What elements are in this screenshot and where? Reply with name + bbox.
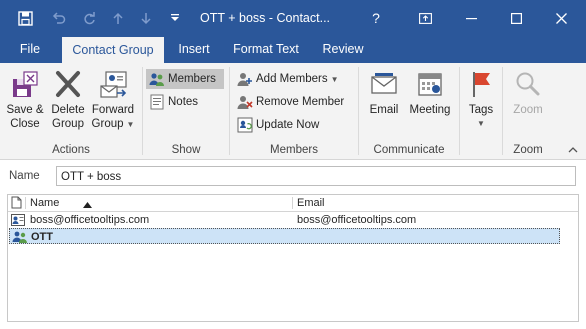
flag-icon	[463, 67, 499, 101]
ribbon-tab-bar: File Contact Group Insert Format Text Re…	[0, 36, 586, 63]
members-list[interactable]: Name Email boss@officetooltips.com boss@…	[7, 194, 579, 322]
list-item[interactable]: boss@officetooltips.com boss@officetoolt…	[8, 212, 578, 228]
column-header-name[interactable]: Name	[30, 195, 59, 211]
communicate-group: Email Meeting Communicate	[359, 63, 459, 159]
forward-group-label-1: Forward	[91, 104, 135, 116]
update-now-icon	[237, 117, 253, 133]
member-name: OTT	[31, 231, 53, 243]
column-divider	[25, 197, 26, 209]
forward-group-label-2: Group	[91, 118, 124, 130]
notes-icon	[149, 94, 165, 110]
customize-toolbar-icon[interactable]	[166, 0, 184, 36]
forward-group-icon	[89, 67, 137, 101]
members-view-label: Members	[168, 73, 216, 85]
minimize-button[interactable]	[460, 0, 482, 36]
column-header-email[interactable]: Email	[297, 195, 325, 211]
members-group: Add Members ▼ Remove Member Update Now M…	[230, 63, 358, 159]
list-item[interactable]: OTT	[9, 228, 560, 244]
ribbon: Save & Close Delete Group Forward Group …	[0, 63, 586, 160]
help-button[interactable]: ?	[366, 0, 386, 36]
members-view-button[interactable]: Members	[146, 69, 224, 89]
members-group-label: Members	[270, 144, 318, 156]
arrow-up-icon[interactable]	[108, 0, 128, 36]
update-now-label: Update Now	[256, 119, 320, 131]
save-close-label-2: Close	[10, 118, 40, 130]
calendar-icon	[405, 67, 455, 101]
chevron-down-icon: ▼	[126, 120, 135, 129]
tags-group: Tags ▼	[460, 63, 502, 159]
forward-group-button[interactable]: Forward Group ▼	[89, 67, 137, 132]
email-icon	[364, 67, 404, 101]
zoom-label: Zoom	[513, 104, 543, 116]
redo-icon[interactable]	[78, 0, 100, 36]
sort-ascending-icon	[83, 199, 92, 211]
chevron-down-icon: ▼	[477, 119, 485, 128]
close-button[interactable]	[550, 0, 572, 36]
magnifier-icon	[507, 67, 549, 101]
remove-member-button[interactable]: Remove Member	[234, 92, 344, 112]
arrow-down-icon[interactable]	[136, 0, 156, 36]
tab-insert[interactable]: Insert	[170, 36, 218, 63]
title-bar: OTT + boss - Contact... ?	[0, 0, 586, 36]
actions-group: Save & Close Delete Group Forward Group …	[0, 63, 142, 159]
tab-format-text[interactable]: Format Text	[226, 36, 306, 63]
remove-member-icon	[237, 94, 253, 110]
meeting-label: Meeting	[409, 104, 451, 116]
remove-member-label: Remove Member	[256, 96, 345, 108]
tab-review[interactable]: Review	[316, 36, 370, 63]
window-title: OTT + boss - Contact...	[200, 11, 331, 25]
tab-file[interactable]: File	[8, 36, 52, 63]
column-divider	[292, 197, 293, 209]
delete-group-label-2: Group	[52, 118, 84, 130]
undo-icon[interactable]	[48, 0, 70, 36]
tab-contact-group[interactable]: Contact Group	[62, 37, 164, 63]
add-members-label: Add Members	[256, 73, 328, 85]
zoom-group-label: Zoom	[513, 144, 543, 156]
email-button[interactable]: Email	[364, 67, 404, 117]
notes-view-label: Notes	[168, 96, 199, 108]
delete-x-icon	[47, 67, 89, 101]
collapse-ribbon-icon[interactable]	[568, 145, 578, 155]
contact-group-icon	[12, 230, 28, 248]
communicate-group-label: Communicate	[373, 144, 445, 156]
save-close-label-1: Save &	[6, 104, 44, 116]
show-group-label: Show	[171, 144, 201, 156]
add-member-icon	[237, 71, 253, 87]
forward-group-label-2-row: Group ▼	[89, 117, 137, 132]
save-icon[interactable]	[14, 0, 36, 36]
email-label: Email	[369, 104, 399, 116]
zoom-button[interactable]: Zoom	[507, 67, 549, 117]
members-icon	[149, 71, 165, 87]
member-email: boss@officetooltips.com	[297, 214, 417, 226]
update-now-button[interactable]: Update Now	[234, 115, 319, 135]
save-close-button[interactable]: Save & Close	[3, 67, 47, 131]
delete-group-button[interactable]: Delete Group	[47, 67, 89, 131]
member-name: boss@officetooltips.com	[30, 214, 150, 226]
name-label: Name	[9, 170, 40, 182]
tags-label: Tags	[468, 104, 494, 116]
show-group: Members Notes Show	[143, 63, 229, 159]
actions-group-label: Actions	[52, 144, 90, 156]
maximize-button[interactable]	[505, 0, 527, 36]
save-close-icon	[3, 67, 47, 101]
ribbon-display-options-icon[interactable]	[414, 0, 436, 36]
add-members-button[interactable]: Add Members ▼	[234, 69, 339, 89]
notes-view-button[interactable]: Notes	[146, 92, 224, 112]
zoom-group: Zoom Zoom	[503, 63, 553, 159]
list-header: Name Email	[8, 195, 578, 212]
delete-group-label-1: Delete	[51, 104, 85, 116]
meeting-button[interactable]: Meeting	[405, 67, 455, 117]
chevron-down-icon: ▼	[330, 74, 339, 84]
group-name-input[interactable]: OTT + boss	[56, 166, 576, 186]
tags-button[interactable]: Tags ▼	[463, 67, 499, 131]
document-icon	[11, 196, 22, 212]
